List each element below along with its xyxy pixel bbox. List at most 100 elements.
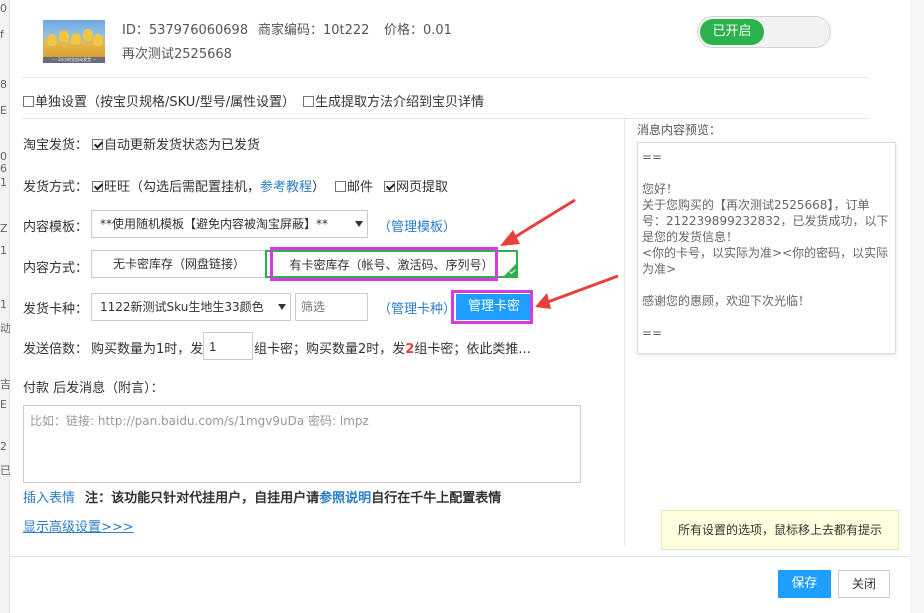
- tutorial-paren: ）: [312, 180, 326, 195]
- web-extract-label: 网页提取: [396, 180, 449, 195]
- delivery-settings-dialog: ···· 24小时全自动发货 ··· ID：537976060698 商家编码：…: [10, 0, 910, 613]
- wangwang-checkbox[interactable]: [92, 181, 103, 192]
- content-method-label: 内容方式：: [23, 261, 89, 276]
- template-label: 内容模板：: [23, 220, 89, 235]
- bg-char: 6: [0, 162, 7, 175]
- product-thumbnail: ···· 24小时全自动发货 ···: [43, 20, 105, 63]
- arrow-line: [544, 274, 619, 305]
- paren-open: （: [378, 220, 392, 235]
- multiple-input[interactable]: [203, 332, 253, 360]
- manage-template-link[interactable]: 管理模板: [391, 220, 443, 235]
- preview-line: [642, 309, 891, 325]
- wangwang-label: 旺旺（勾选后需配置挂机，: [104, 180, 261, 195]
- auto-update-option[interactable]: 自动更新发货状态为已发货: [92, 134, 260, 153]
- manage-template: （管理模板）: [378, 216, 456, 235]
- paren-open: （: [378, 302, 392, 317]
- preview-line: [642, 277, 891, 293]
- highlight-box: [270, 247, 498, 281]
- card-type-select[interactable]: 1122新测试Sku生地生33颜色: [91, 293, 291, 321]
- bg-char: 2: [0, 440, 7, 453]
- vertical-divider: [624, 118, 625, 546]
- bg-char: 1: [0, 298, 7, 311]
- background-page-strip: 0 f 8 E 0 6 1 Z 1 1 动 吉 E 2 已: [0, 0, 11, 613]
- paren-close: ）: [443, 220, 457, 235]
- arrow-line: [509, 198, 576, 242]
- taobao-ship-label: 淘宝发货：: [23, 138, 89, 153]
- preview-title: 消息内容预览：: [637, 123, 722, 137]
- show-advanced-link[interactable]: 显示高级设置>>>: [23, 516, 134, 535]
- divider: [22, 118, 868, 119]
- web-extract-checkbox[interactable]: [384, 181, 395, 192]
- bg-char: E: [0, 104, 7, 117]
- email-option[interactable]: 邮件: [335, 176, 373, 195]
- separate-setting-label: 单独设置（按宝贝规格/SKU/型号/属性设置）: [35, 95, 296, 110]
- product-price: 价格：0.01: [384, 23, 452, 38]
- bg-char: E: [0, 398, 7, 411]
- after-pay-label: 付款 后发消息（附言）：: [23, 381, 164, 396]
- product-id: ID：537976060698: [122, 23, 249, 38]
- tab-no-card-label: 无卡密库存（网盘链接）: [112, 257, 245, 271]
- generate-method-checkbox[interactable]: [303, 96, 314, 107]
- tab-no-card-stock[interactable]: 无卡密库存（网盘链接）: [91, 250, 267, 278]
- bg-char: 0: [0, 2, 7, 15]
- bg-char: f: [0, 28, 4, 41]
- preview-line: 您好！: [642, 182, 679, 196]
- auto-update-checkbox[interactable]: [92, 139, 103, 150]
- divider: [22, 77, 868, 78]
- note-text: 注：该功能只针对代挂用户，自挂用户请: [85, 491, 320, 506]
- template-select-value: **使用随机模板【避免内容被淘宝屏蔽】**: [100, 217, 329, 231]
- preview-line: ==: [642, 326, 663, 340]
- multiple-rest-text: 组卡密；购买数量2时，发2组卡密；依此类推...: [254, 338, 531, 357]
- preview-line: 关于您购买的【再次测试2525668】，订单号：212239899232832，…: [642, 198, 889, 244]
- insert-emoji-link[interactable]: 插入表情: [23, 491, 75, 506]
- multiple-mid-text: 组卡密；购买数量2时，发: [254, 342, 406, 357]
- merchant-code: 商家编码：10t222: [258, 23, 370, 38]
- wangwang-option[interactable]: 旺旺（勾选后需配置挂机，参考教程）: [92, 176, 325, 195]
- generate-method-option[interactable]: 生成提取方法介绍到宝贝详情: [303, 91, 484, 110]
- close-button[interactable]: 关闭: [838, 570, 890, 598]
- bg-char: 1: [0, 176, 7, 189]
- separate-setting-checkbox[interactable]: [23, 96, 34, 107]
- card-type-select-value: 1122新测试Sku生地生33颜色: [100, 300, 264, 314]
- preview-line: <你的卡号，以实际为准><你的密码，以实际为准>: [642, 246, 889, 276]
- tutorial-link[interactable]: 参考教程: [260, 180, 312, 195]
- card-type-label: 发货卡种：: [23, 302, 89, 317]
- manage-card-type-link[interactable]: 管理卡种: [391, 302, 443, 317]
- filter-input[interactable]: [295, 293, 368, 321]
- bg-char: 8: [0, 78, 7, 91]
- message-textarea[interactable]: [23, 405, 581, 483]
- manage-card-type: （管理卡种）: [378, 298, 456, 317]
- generate-method-label: 生成提取方法介绍到宝贝详情: [315, 95, 485, 110]
- product-name: 再次测试2525668: [122, 47, 232, 62]
- arrow-head-icon: [500, 230, 520, 246]
- chevron-down-icon: [278, 304, 286, 310]
- separate-setting-option[interactable]: 单独设置（按宝贝规格/SKU/型号/属性设置）: [23, 91, 295, 110]
- footer-divider: [10, 556, 910, 557]
- note-reference-link[interactable]: 参照说明: [319, 491, 371, 506]
- bg-char: Z: [0, 222, 8, 235]
- toggle-on-label: 已开启: [700, 19, 764, 45]
- preview-line: ==: [642, 150, 663, 164]
- ship-method-label: 发货方式：: [23, 180, 89, 195]
- email-checkbox[interactable]: [335, 181, 346, 192]
- save-button-label: 保存: [791, 576, 818, 591]
- multiple-post-text: 组卡密；依此类推...: [414, 342, 531, 357]
- save-button[interactable]: 保存: [778, 570, 831, 598]
- enable-toggle[interactable]: 已开启: [697, 16, 831, 48]
- thumbnail-caption: ···· 24小时全自动发货 ···: [43, 57, 105, 63]
- hint-tooltip: 所有设置的选项，鼠标移上去都有提示: [661, 510, 899, 550]
- multiple-highlight-number: 2: [405, 342, 415, 357]
- auto-update-label: 自动更新发货状态为已发货: [104, 138, 261, 153]
- emoji-note: 插入表情 注：该功能只针对代挂用户，自挂用户请参照说明自行在千牛上配置表情: [23, 487, 501, 506]
- web-extract-option[interactable]: 网页提取: [384, 176, 448, 195]
- multiple-label: 发送倍数：: [23, 342, 89, 357]
- arrow-head-icon: [535, 293, 551, 309]
- background-right-strip: [910, 0, 924, 613]
- preview-line: [642, 165, 891, 181]
- highlight-box: [451, 290, 533, 324]
- chevron-down-icon: [355, 221, 363, 227]
- note-text-end: 自行在千牛上配置表情: [371, 491, 502, 506]
- email-label: 邮件: [347, 180, 374, 195]
- multiple-pre-text: 购买数量为1时，发: [91, 342, 204, 357]
- template-select[interactable]: **使用随机模板【避免内容被淘宝屏蔽】**: [91, 210, 368, 238]
